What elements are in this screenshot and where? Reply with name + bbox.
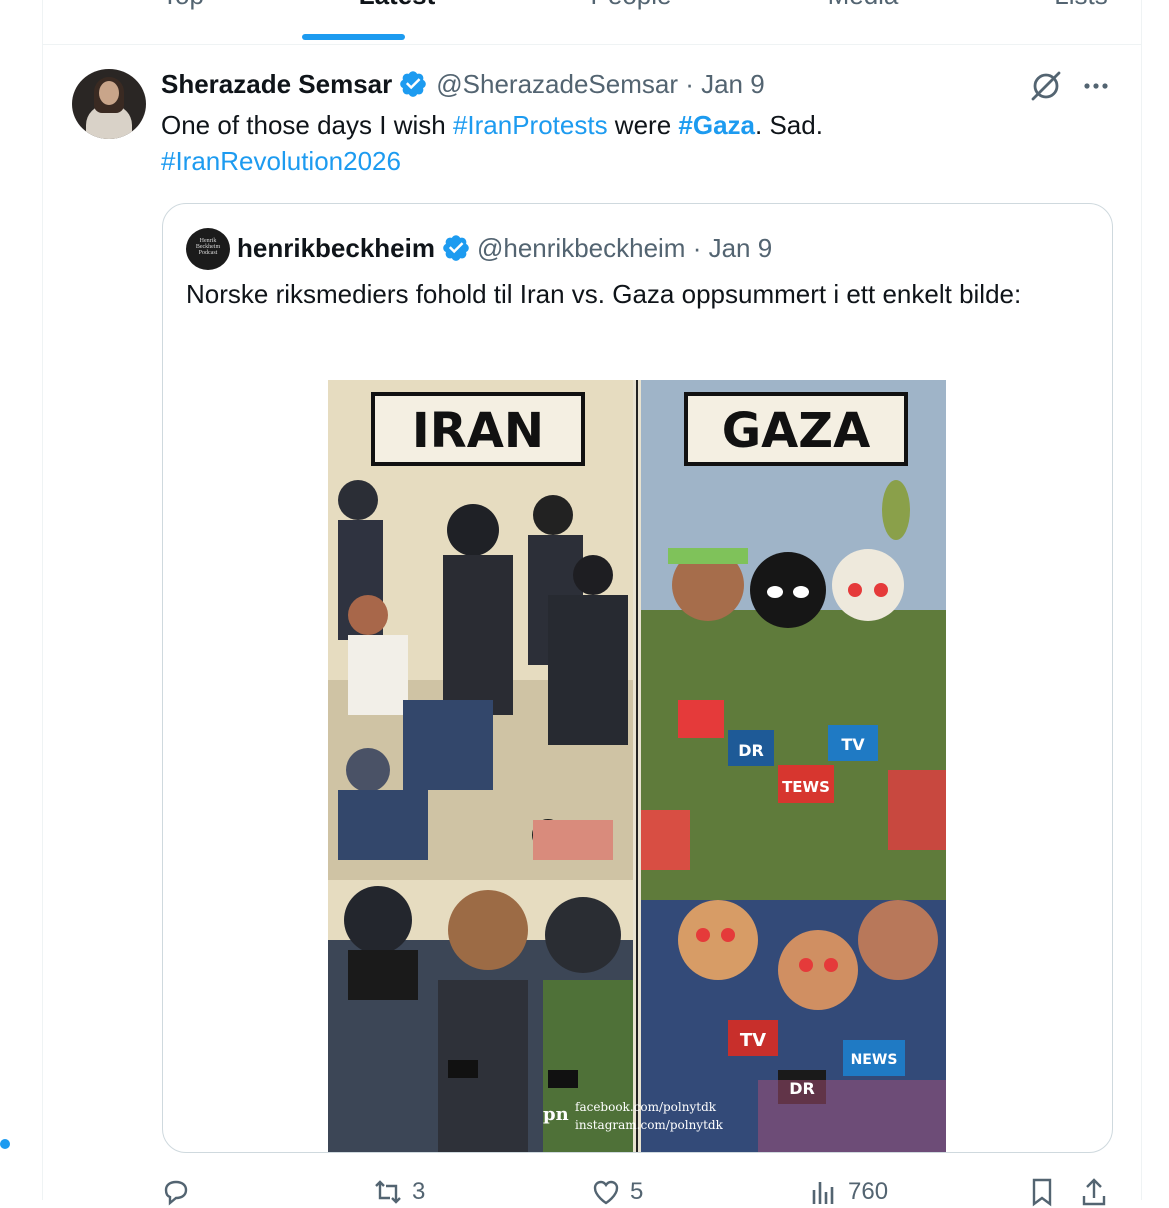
grok-icon[interactable] bbox=[1028, 68, 1064, 104]
repost-button[interactable]: 3 bbox=[372, 1176, 425, 1208]
repost-icon bbox=[375, 1180, 401, 1204]
post-text: One of those days I wish #IranProtests w… bbox=[161, 110, 823, 176]
like-count: 5 bbox=[630, 1178, 644, 1205]
gaza-panel bbox=[640, 380, 946, 1152]
quote-author-handle-date[interactable]: @henrikbeckheim · Jan 9 bbox=[477, 233, 772, 264]
share-button[interactable] bbox=[1078, 1176, 1118, 1208]
avatar[interactable] bbox=[72, 69, 146, 139]
gaza-sign-label: GAZA bbox=[722, 403, 871, 459]
hashtag-link[interactable]: #Gaza bbox=[678, 110, 755, 140]
reply-button[interactable] bbox=[160, 1176, 200, 1208]
repost-count: 3 bbox=[412, 1178, 426, 1205]
mic-label: TEWS bbox=[782, 778, 830, 796]
tab-people[interactable]: People bbox=[521, 0, 741, 11]
verified-badge-icon bbox=[443, 235, 469, 261]
tab-latest[interactable]: Latest bbox=[287, 0, 507, 11]
tab-media[interactable]: Media bbox=[753, 0, 973, 11]
mic-label: DR bbox=[738, 741, 764, 760]
quote-header: henrikbeckheim @henrikbeckheim · Jan 9 bbox=[237, 230, 772, 266]
heart-icon bbox=[593, 1180, 619, 1205]
views-icon bbox=[812, 1182, 834, 1204]
bookmark-icon bbox=[1032, 1178, 1052, 1207]
tab-top[interactable]: Top bbox=[73, 0, 293, 11]
iran-panel bbox=[328, 380, 634, 1152]
mic-label: NEWS bbox=[851, 1052, 898, 1068]
quote-author-name[interactable]: henrikbeckheim bbox=[237, 233, 435, 264]
iran-sign-label: IRAN bbox=[412, 403, 544, 459]
notification-dot bbox=[0, 1139, 10, 1149]
active-tab-indicator bbox=[302, 34, 405, 40]
action-bar: 3 5 760 bbox=[160, 1176, 1120, 1208]
share-icon bbox=[1082, 1178, 1106, 1206]
cartoon-image[interactable]: IRAN GAZA DR TEWS TV TV DR NEWS pn faceb… bbox=[328, 380, 946, 1152]
quote-avatar[interactable]: Henrik Beckheim Podcast bbox=[186, 228, 230, 270]
like-button[interactable]: 5 bbox=[590, 1176, 643, 1208]
post-header: Sherazade Semsar @SherazadeSemsar · Jan … bbox=[161, 66, 765, 102]
author-handle-date[interactable]: @SherazadeSemsar · Jan 9 bbox=[436, 69, 764, 100]
quoted-post[interactable]: Henrik Beckheim Podcast henrikbeckheim @… bbox=[162, 203, 1113, 1153]
views-button[interactable]: 760 bbox=[808, 1176, 888, 1208]
views-count: 760 bbox=[848, 1178, 889, 1205]
tab-lists[interactable]: Lists bbox=[971, 0, 1169, 11]
author-name[interactable]: Sherazade Semsar bbox=[161, 69, 392, 100]
mic-label: TV bbox=[841, 735, 865, 754]
reply-icon bbox=[164, 1180, 188, 1206]
verified-badge-icon bbox=[400, 71, 427, 97]
bookmark-button[interactable] bbox=[1026, 1176, 1066, 1208]
credit-logo: pn bbox=[543, 1104, 569, 1125]
credit-instagram: instagram.com/polnytdk bbox=[575, 1118, 724, 1132]
mic-label: DR bbox=[789, 1079, 815, 1098]
hashtag-link[interactable]: #IranRevolution2026 bbox=[161, 146, 401, 176]
quote-text: Norske riksmediers fohold til Iran vs. G… bbox=[186, 279, 1022, 309]
search-tabs: Top Latest People Media Lists bbox=[43, 0, 1141, 45]
column-border-left bbox=[42, 0, 43, 1200]
mic-label: TV bbox=[740, 1030, 766, 1051]
hashtag-link[interactable]: #IranProtests bbox=[453, 110, 608, 140]
credit-facebook: facebook.com/polnytdk bbox=[575, 1100, 717, 1114]
column-border-right bbox=[1141, 0, 1142, 1200]
more-options-icon[interactable] bbox=[1080, 70, 1112, 102]
